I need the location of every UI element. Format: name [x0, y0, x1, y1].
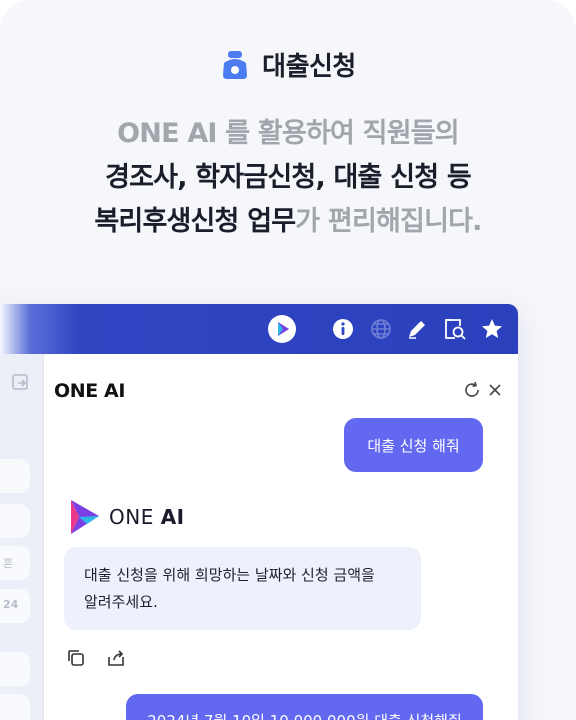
user-message-2: 2024년 7월 10일 10,000,000원 대출 신청해줘 — [126, 694, 483, 720]
one-ai-logo-icon — [71, 500, 99, 534]
headline-line-1: ONE AI 를 활용하여 직원들의 — [117, 118, 460, 149]
promo-card: 대출신청 ONE AI 를 활용하여 직원들의 경조사, 학자금신청, 대출 신… — [0, 0, 576, 720]
search-page-icon[interactable] — [442, 316, 468, 342]
star-icon[interactable] — [479, 316, 505, 342]
sidebar-item[interactable] — [0, 652, 30, 686]
exit-icon[interactable] — [12, 374, 30, 392]
play-logo-icon[interactable] — [267, 314, 297, 344]
money-bag-icon — [223, 50, 248, 79]
copy-icon[interactable] — [66, 648, 86, 668]
sidebar-item[interactable]: 혼 — [0, 546, 30, 580]
sidebar: 혼 24 — [0, 354, 44, 720]
info-icon[interactable] — [330, 316, 356, 342]
sidebar-item[interactable] — [0, 694, 30, 720]
user-message: 대출 신청 해줘 — [344, 418, 483, 472]
header: 대출신청 — [0, 46, 576, 83]
refresh-icon[interactable] — [462, 380, 482, 400]
headline-line-2: 경조사, 학자금신청, 대출 신청 등 — [105, 162, 472, 193]
sidebar-item-label: 24 — [3, 598, 19, 611]
sidebar-item[interactable] — [0, 504, 30, 538]
bot-message: 대출 신청을 위해 희망하는 날짜와 신청 금액을 알려주세요. — [64, 547, 421, 630]
bot-logo: ONE AI — [67, 498, 185, 536]
headline: ONE AI 를 활용하여 직원들의 경조사, 학자금신청, 대출 신청 등 복… — [0, 112, 576, 244]
globe-icon[interactable] — [368, 316, 394, 342]
pen-icon[interactable] — [404, 316, 430, 342]
toolbar — [0, 304, 518, 354]
sidebar-item-label: 혼 — [3, 557, 14, 570]
header-title: 대출신청 — [262, 52, 356, 82]
bot-name: ONE AI — [109, 505, 185, 529]
bot-message-line-2: 알려주세요. — [84, 593, 158, 611]
headline-line-3-rest: 가 편리해집니다. — [295, 206, 482, 237]
sidebar-item[interactable] — [0, 459, 30, 493]
sidebar-item[interactable]: 24 — [0, 589, 30, 623]
bot-message-line-1: 대출 신청을 위해 희망하는 날짜와 신청 금액을 — [84, 566, 375, 584]
panel-title: ONE AI — [54, 380, 126, 402]
headline-line-3-strong: 복리후생신청 업무 — [94, 206, 296, 237]
share-icon[interactable] — [106, 648, 126, 668]
headline-line-3: 복리후생신청 업무가 편리해집니다. — [0, 200, 576, 244]
close-icon[interactable] — [485, 380, 505, 400]
